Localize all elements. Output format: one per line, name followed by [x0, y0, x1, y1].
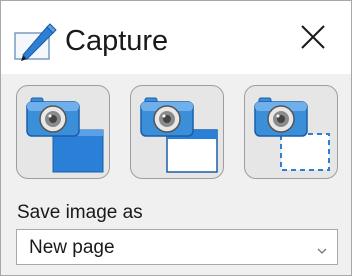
- panel-title: Capture: [65, 25, 169, 57]
- capture-full-screen-button[interactable]: [16, 85, 110, 179]
- save-destination-value: New page: [29, 237, 115, 258]
- capture-window-button[interactable]: [130, 85, 224, 179]
- title-bar: Capture: [1, 1, 351, 74]
- close-button[interactable]: [293, 21, 333, 57]
- save-image-as-label: Save image as: [17, 202, 143, 223]
- chevron-down-icon: [317, 242, 327, 260]
- close-icon: [300, 24, 326, 55]
- pen-on-screen-icon: [13, 19, 57, 63]
- capture-region-button[interactable]: [244, 85, 338, 179]
- save-destination-dropdown[interactable]: New page: [16, 229, 338, 265]
- capture-panel: Capture Save image as New page: [0, 0, 352, 276]
